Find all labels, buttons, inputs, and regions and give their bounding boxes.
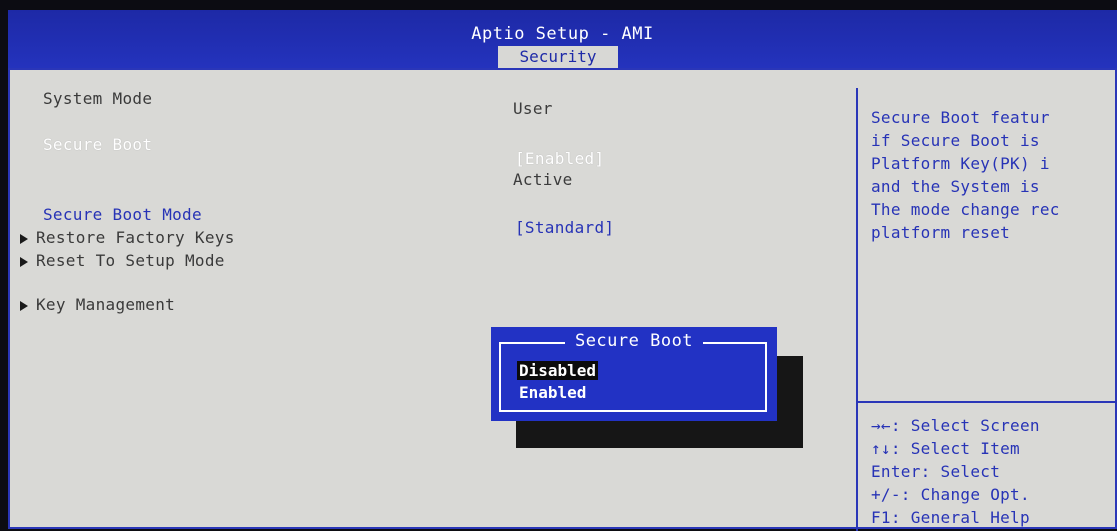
system-mode-label: System Mode xyxy=(43,89,153,108)
help-line: Secure Boot featur xyxy=(871,108,1050,127)
submenu-arrow-icon xyxy=(20,233,28,244)
help-line: platform reset xyxy=(871,223,1011,242)
submenu-arrow-icon xyxy=(20,300,28,311)
key-hint: →←: Select Screen xyxy=(871,416,1040,435)
keys-divider xyxy=(856,401,1117,403)
secure-boot-value[interactable]: [Enabled] xyxy=(515,149,604,168)
popup-option-disabled[interactable]: Disabled xyxy=(517,361,599,380)
key-management-label: Key Management xyxy=(36,295,176,314)
key-hint: ↑↓: Select Item xyxy=(871,439,1020,458)
title-bar: Aptio Setup - AMI Security xyxy=(8,10,1117,68)
secure-boot-status: Active xyxy=(513,170,573,189)
help-line: The mode change rec xyxy=(871,200,1060,219)
help-text: Secure Boot featur if Secure Boot is Pla… xyxy=(871,106,1060,244)
help-line: if Secure Boot is xyxy=(871,131,1040,150)
reset-to-setup-mode-label: Reset To Setup Mode xyxy=(36,251,225,270)
key-hint: Enter: Select xyxy=(871,462,1001,481)
menu-item-reset-to-setup-mode[interactable]: Reset To Setup Mode xyxy=(20,251,225,270)
submenu-arrow-icon xyxy=(20,256,28,267)
key-hint: +/-: Change Opt. xyxy=(871,485,1030,504)
menu-item-restore-factory-keys[interactable]: Restore Factory Keys xyxy=(20,228,235,247)
tab-security[interactable]: Security xyxy=(498,46,618,68)
secure-boot-popup: Secure Boot Disabled Enabled xyxy=(491,327,777,421)
popup-title: Secure Boot xyxy=(491,331,777,351)
key-hint: F1: General Help xyxy=(871,508,1030,527)
key-legend: →←: Select Screen ↑↓: Select Item Enter:… xyxy=(871,414,1040,529)
restore-factory-keys-label: Restore Factory Keys xyxy=(36,228,235,247)
app-title: Aptio Setup - AMI xyxy=(471,24,654,44)
menu-item-key-management[interactable]: Key Management xyxy=(20,295,175,314)
help-line: Platform Key(PK) i xyxy=(871,154,1050,173)
popup-option-enabled[interactable]: Enabled xyxy=(517,383,588,402)
bios-setup-screen: Aptio Setup - AMI Security System Mode U… xyxy=(8,10,1117,531)
popup-title-text: Secure Boot xyxy=(564,331,704,351)
help-divider xyxy=(856,88,858,531)
secure-boot-label[interactable]: Secure Boot xyxy=(43,135,152,154)
secure-boot-mode-label[interactable]: Secure Boot Mode xyxy=(43,205,202,224)
help-line: and the System is xyxy=(871,177,1040,196)
secure-boot-mode-value[interactable]: [Standard] xyxy=(515,218,614,237)
system-mode-value: User xyxy=(513,99,553,118)
